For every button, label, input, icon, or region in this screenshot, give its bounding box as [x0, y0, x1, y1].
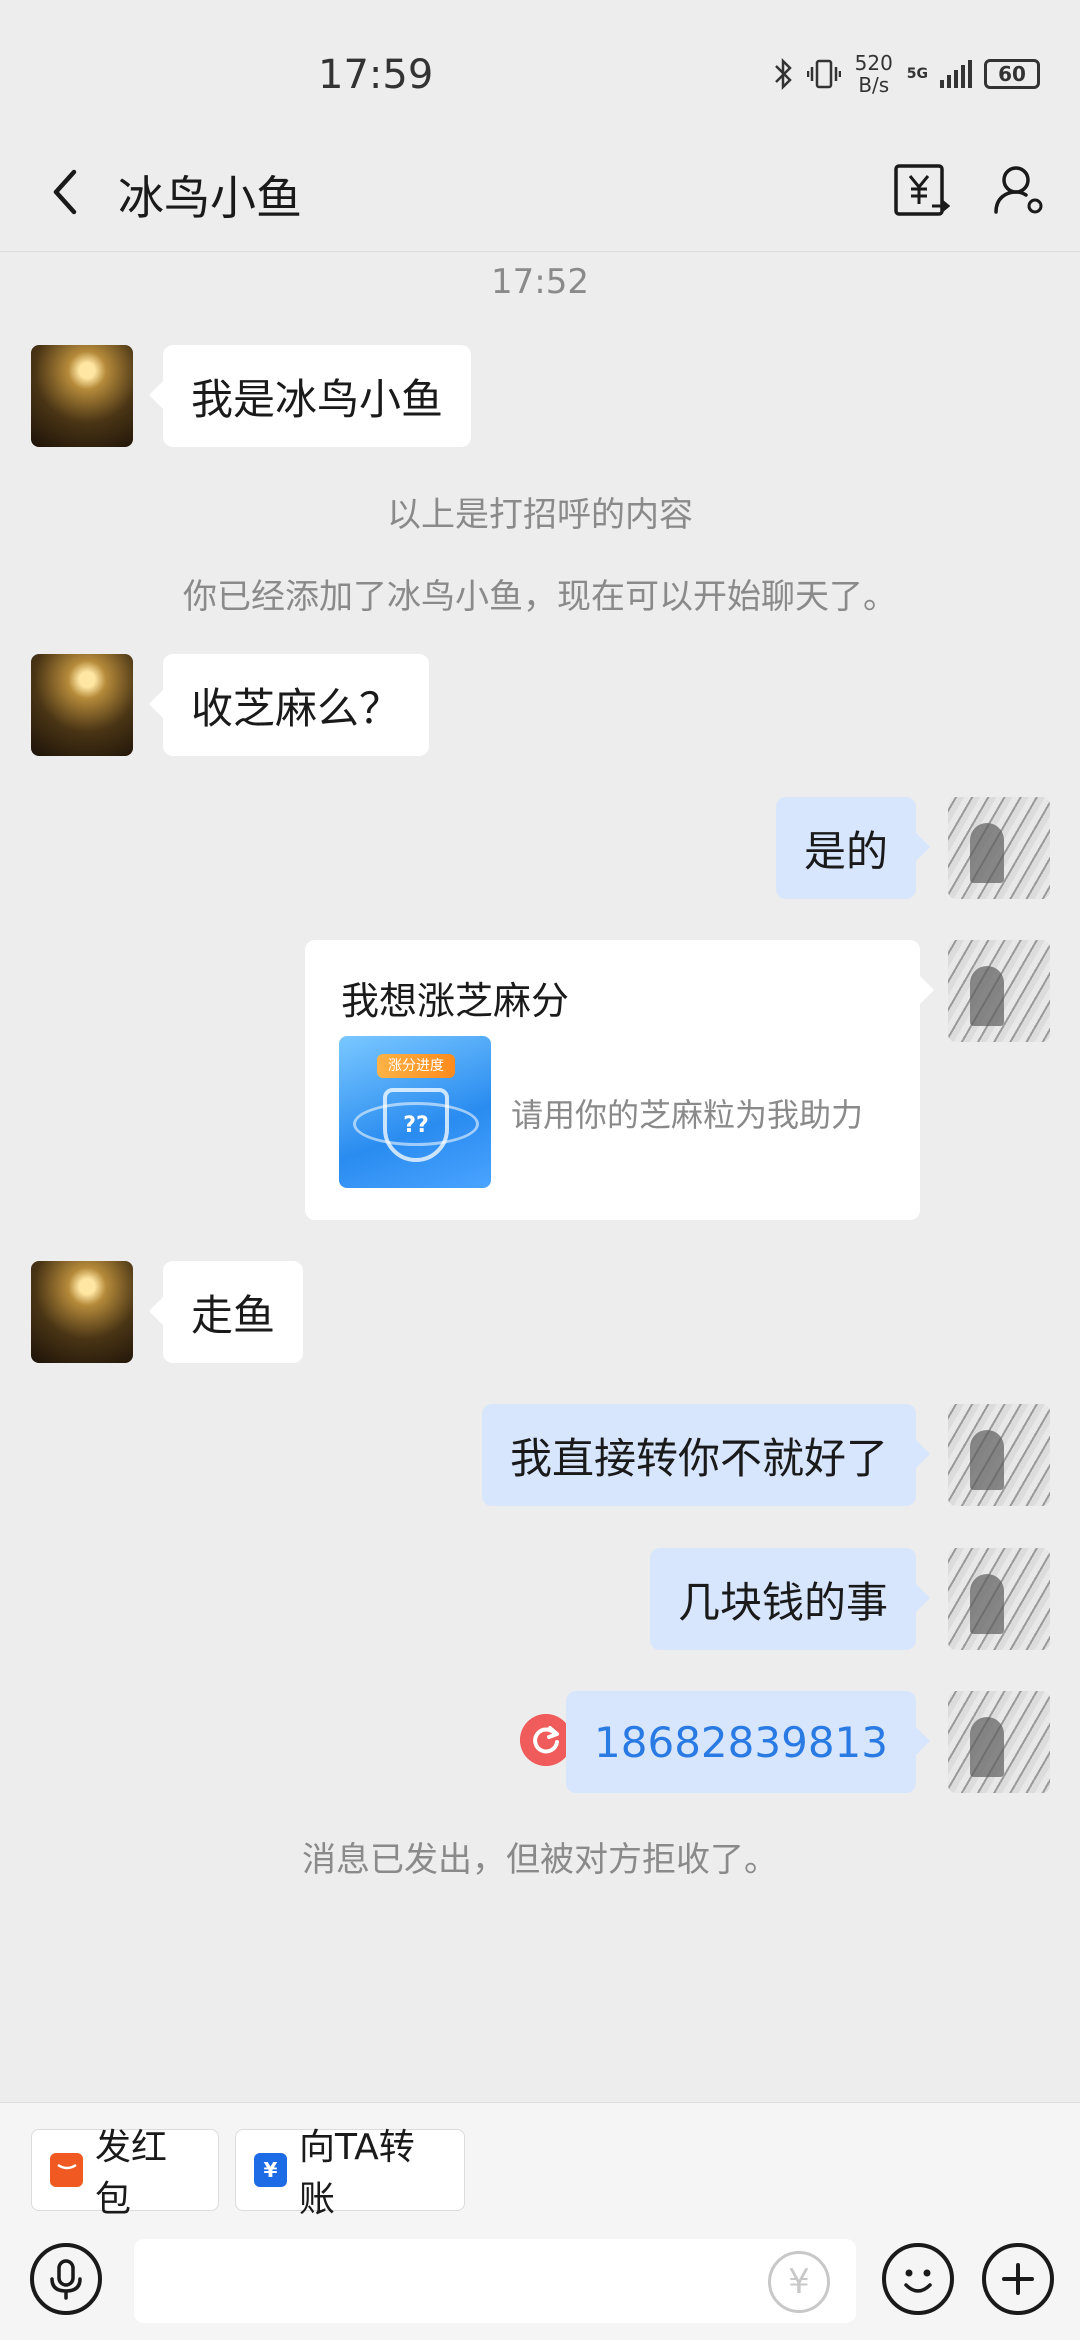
red-packet-button[interactable]: 发红包: [31, 2127, 219, 2220]
bluetooth-icon: [774, 57, 792, 91]
system-message: 你已经添加了冰鸟小鱼，现在可以开始聊天了。: [183, 577, 897, 617]
phone-number-link[interactable]: 18682839813: [594, 1718, 888, 1767]
my-avatar[interactable]: [948, 1404, 1050, 1506]
my-avatar[interactable]: [948, 1691, 1050, 1793]
chat-title: 冰鸟小鱼: [118, 171, 302, 225]
message-text: 我直接转你不就好了: [509, 1433, 888, 1483]
yuan-transfer-icon[interactable]: [892, 160, 950, 220]
network-speed-unit: B/s: [858, 73, 890, 97]
contact-avatar[interactable]: [31, 654, 133, 756]
card-thumbnail: 涨分进度 ??: [339, 1036, 491, 1188]
yuan-icon[interactable]: ¥: [768, 2251, 830, 2313]
message-input[interactable]: [134, 2239, 856, 2323]
message-text: 几块钱的事: [677, 1577, 888, 1627]
network-type: 5G: [906, 66, 928, 82]
card-thumbnail-badge: 涨分进度: [377, 1054, 455, 1078]
red-packet-icon: [50, 2153, 84, 2187]
system-message: 消息已发出，但被对方拒收了。: [302, 1840, 778, 1880]
share-card-message[interactable]: 我想涨芝麻分 涨分进度 ?? 请用你的芝麻粒为我助力: [305, 940, 934, 1220]
message-text: 走鱼: [191, 1290, 276, 1340]
contact-avatar[interactable]: [31, 1261, 133, 1363]
message-bubble-outgoing[interactable]: 几块钱的事: [649, 1548, 931, 1650]
message-text: 我是冰鸟小鱼: [191, 374, 444, 424]
network-speed-value: 520: [854, 51, 893, 75]
plus-icon[interactable]: [982, 2243, 1054, 2315]
my-avatar[interactable]: [948, 797, 1050, 899]
message-bubble-outgoing[interactable]: 是的: [775, 797, 931, 899]
contact-avatar[interactable]: [31, 345, 133, 447]
message-text: 是的: [803, 826, 888, 876]
my-avatar[interactable]: [948, 1548, 1050, 1650]
message-text: 收芝麻么？: [191, 683, 402, 733]
microphone-icon[interactable]: [30, 2243, 102, 2315]
message-bubble-outgoing[interactable]: 我直接转你不就好了: [481, 1404, 931, 1506]
card-thumbnail-shield: ??: [383, 1088, 449, 1162]
signal-icon: [940, 60, 972, 88]
system-message: 以上是打招呼的内容: [387, 495, 693, 535]
chat-input-area: 发红包 ¥ 向TA转账 ¥: [0, 2102, 1080, 2340]
refresh-icon[interactable]: [520, 1714, 572, 1766]
chat-timestamp: 17:52: [491, 262, 589, 302]
person-settings-icon[interactable]: [990, 160, 1048, 220]
message-bubble-incoming[interactable]: 收芝麻么？: [148, 654, 430, 756]
smiley-icon[interactable]: [882, 2243, 954, 2315]
network-speed: 520 B/s: [853, 52, 895, 96]
message-bubble-incoming[interactable]: 走鱼: [148, 1261, 304, 1363]
status-bar: 17:59 520 B/s 5G 60: [0, 0, 1080, 140]
transfer-label: 向TA转账: [298, 2127, 415, 2220]
status-time: 17:59: [318, 52, 434, 98]
chevron-left-icon[interactable]: [40, 162, 90, 222]
card-description: 请用你的芝麻粒为我助力: [511, 1096, 864, 1134]
card-title: 我想涨芝麻分: [341, 979, 570, 1023]
status-icons: 520 B/s 5G 60: [773, 52, 1040, 96]
message-bubble-incoming[interactable]: 我是冰鸟小鱼: [148, 345, 472, 447]
battery-icon: 60: [984, 59, 1040, 89]
my-avatar[interactable]: [948, 940, 1050, 1042]
message-bubble-outgoing[interactable]: 18682839813: [566, 1691, 930, 1793]
red-packet-label: 发红包: [95, 2127, 168, 2220]
vibrate-icon: [806, 59, 841, 89]
chat-header: 冰鸟小鱼: [0, 140, 1080, 252]
transfer-button[interactable]: ¥ 向TA转账: [235, 2127, 465, 2220]
transfer-icon: ¥: [254, 2153, 287, 2187]
